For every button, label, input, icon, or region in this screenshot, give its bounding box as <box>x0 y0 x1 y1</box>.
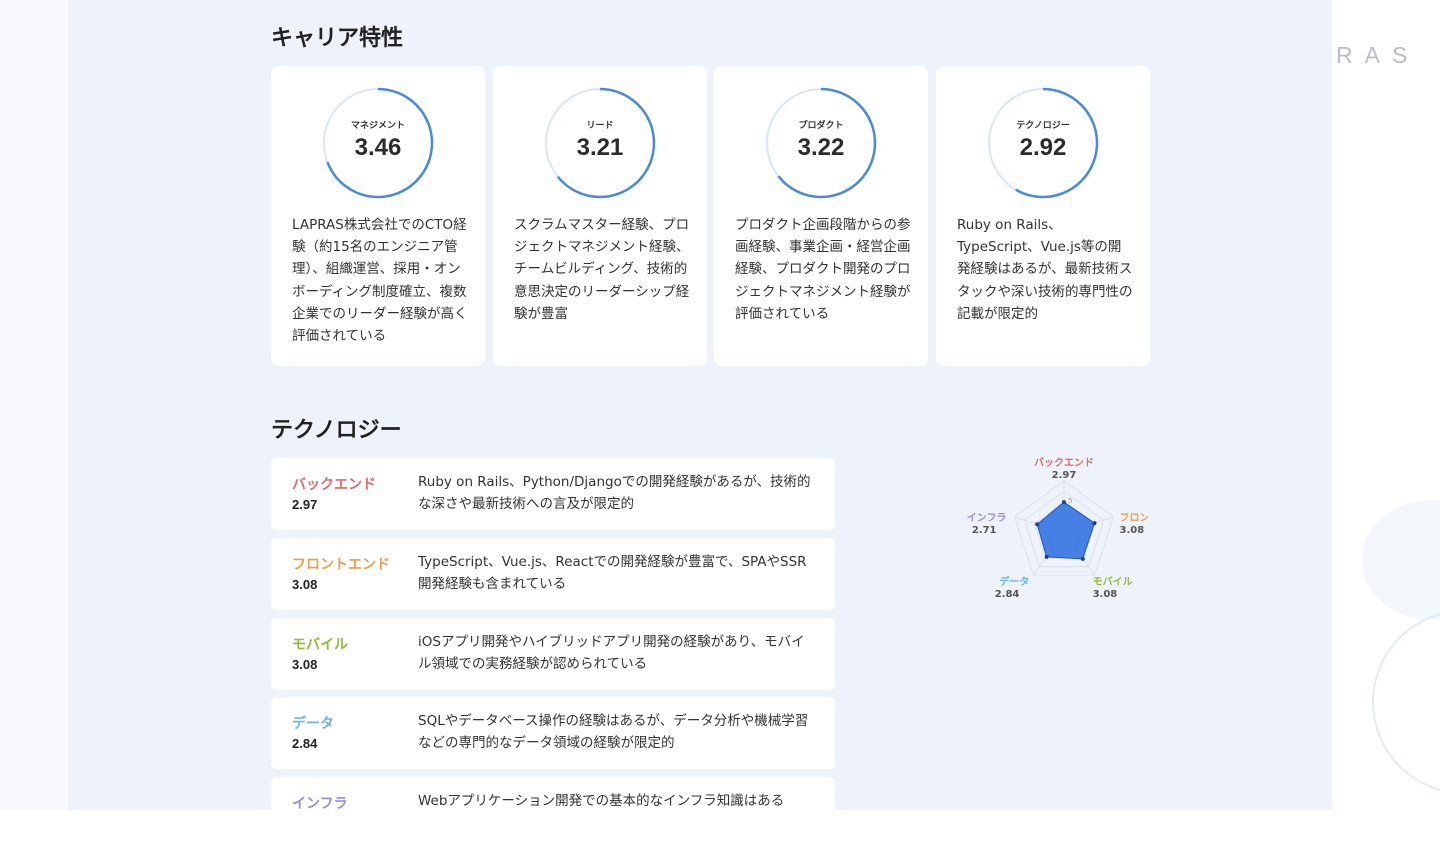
card-label: テクノロジー <box>1016 121 1070 131</box>
tech-name: モバイル <box>292 637 348 653</box>
card-label: プロダクト <box>798 121 844 131</box>
radar-axis-label: バックエンド <box>1034 457 1094 469</box>
report-panel: キャリア特性 マネジメント 3.46 LAPRAS株式会社でのCTO経験（約15… <box>68 0 1332 849</box>
card-description: Ruby on Rails、TypeScript、Vue.js等の開発経験はある… <box>957 217 1133 322</box>
technology-section-title: テクノロジー <box>271 418 402 443</box>
radar-point <box>1044 554 1049 559</box>
radar-point <box>1062 500 1066 505</box>
radar-axis-value: 2.97 <box>1052 470 1077 481</box>
tech-row-mobile: モバイル 3.08 iOSアプリ開発やハイブリッドアプリ開発の経験があり、モバイ… <box>271 618 835 690</box>
career-card-product: プロダクト 3.22 プロダクト企画段階からの参画経験、事業企画・経営企画経験、… <box>714 66 928 366</box>
tech-name: データ <box>292 716 334 732</box>
career-card-technology: テクノロジー 2.92 Ruby on Rails、TypeScript、Vue… <box>936 66 1150 366</box>
radar-axis-label: フロントエンド <box>1120 512 1149 524</box>
tech-description: SQLやデータベース操作の経験はあるが、データ分析や機械学習などの専門的なデータ… <box>418 713 809 751</box>
tech-description: Ruby on Rails、Python/Djangoでの開発経験があるが、技術… <box>418 474 811 512</box>
radar-axis-value: 2.84 <box>995 589 1020 600</box>
card-description: スクラムマスター経験、プロジェクトマネジメント経験、チームビルディング、技術的意… <box>514 217 690 322</box>
radar-series-area <box>1036 501 1096 560</box>
card-score: 3.46 <box>354 134 402 161</box>
card-label: マネジメント <box>350 121 405 131</box>
tech-name: インフラ <box>292 796 348 812</box>
card-score: 3.22 <box>797 134 845 161</box>
tech-score: 3.08 <box>292 657 318 672</box>
radar-point <box>1035 522 1040 527</box>
tech-row-backend: バックエンド 2.97 Ruby on Rails、Python/Djangoで… <box>271 458 835 530</box>
radar-scale-label: 5 <box>1068 497 1072 505</box>
background-right: RAS <box>1332 0 1440 810</box>
radar-axis-label: インフラ <box>967 512 1007 524</box>
background-decoration-circle <box>1372 610 1440 794</box>
radar-point <box>1080 556 1085 561</box>
career-card-lead: リード 3.21 スクラムマスター経験、プロジェクトマネジメント経験、チームビル… <box>493 66 707 366</box>
career-card-management: マネジメント 3.46 LAPRAS株式会社でのCTO経験（約15名のエンジニア… <box>271 66 485 366</box>
tech-score: 2.97 <box>292 497 318 512</box>
radar-axis-label: データ <box>999 575 1029 588</box>
card-description: プロダクト企画段階からの参画経験、事業企画・経営企画経験、プロダクト開発のプロジ… <box>735 217 911 322</box>
radar-axis-label: モバイル <box>1093 576 1133 588</box>
tech-score: 2.84 <box>292 736 318 751</box>
lapras-logo-fragment: RAS <box>1336 42 1420 68</box>
tech-row-data: データ 2.84 SQLやデータベース操作の経験はあるが、データ分析や機械学習な… <box>271 697 835 769</box>
tech-row-frontend: フロントエンド 3.08 TypeScript、Vue.js、Reactでの開発… <box>271 538 835 610</box>
card-description: LAPRAS株式会社でのCTO経験（約15名のエンジニア管理）、組織運営、採用・… <box>292 217 468 345</box>
radar-axis-value: 2.71 <box>972 525 997 536</box>
background-decoration <box>1362 500 1440 620</box>
tech-name: フロントエンド <box>292 557 390 573</box>
card-score: 2.92 <box>1019 134 1067 161</box>
card-label: リード <box>586 121 614 131</box>
career-section-title: キャリア特性 <box>271 26 404 51</box>
radar-axis-value: 3.08 <box>1093 589 1118 600</box>
technology-radar-chart: 5バックエンド2.97フロントエンド3.08モバイル3.08データ2.84インフ… <box>967 457 1149 600</box>
tech-name: バックエンド <box>292 477 376 493</box>
background-left <box>0 0 68 810</box>
tech-description: Webアプリケーション開発での基本的なインフラ知識はある <box>418 793 785 809</box>
radar-axis-value: 3.08 <box>1120 525 1145 536</box>
tech-score: 3.08 <box>292 577 318 592</box>
tech-row-infra: インフラ Webアプリケーション開発での基本的なインフラ知識はある <box>271 777 835 849</box>
tech-description: TypeScript、Vue.js、Reactでの開発経験が豊富で、SPAやSS… <box>418 554 807 592</box>
radar-point <box>1092 521 1097 526</box>
card-score: 3.21 <box>576 134 624 161</box>
tech-description: iOSアプリ開発やハイブリッドアプリ開発の経験があり、モバイル領域での実務経験が… <box>418 634 805 672</box>
